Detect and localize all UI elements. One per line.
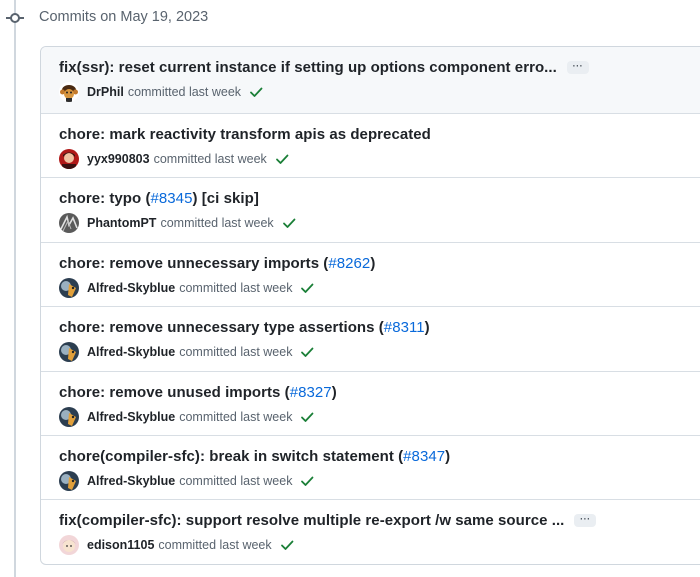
commit-row: chore: typo (#8345) [ci skip] PhantomPT … bbox=[41, 177, 700, 241]
commit-author-link[interactable]: Alfred-Skyblue bbox=[87, 345, 175, 359]
pull-request-link[interactable]: #8262 bbox=[328, 255, 370, 272]
dark-character-avatar-icon[interactable] bbox=[59, 406, 79, 427]
commit-author-link[interactable]: DrPhil bbox=[87, 85, 124, 99]
git-commit-icon bbox=[6, 13, 24, 23]
commit-title-link[interactable]: fix(compiler-sfc): support resolve multi… bbox=[59, 512, 564, 529]
commit-author-link[interactable]: yyx990803 bbox=[87, 152, 150, 166]
commit-title-link[interactable]: chore: remove unused imports ( bbox=[59, 384, 290, 401]
commit-time: committed last week bbox=[179, 473, 293, 488]
commit-time: committed last week bbox=[160, 216, 274, 231]
commit-author-link[interactable]: Alfred-Skyblue bbox=[87, 474, 175, 488]
pull-request-link[interactable]: #8345 bbox=[151, 190, 193, 207]
expand-message-button[interactable]: ··· bbox=[574, 514, 597, 528]
check-icon[interactable] bbox=[282, 216, 296, 230]
commit-title-link[interactable]: chore: remove unnecessary type assertion… bbox=[59, 319, 384, 336]
expand-message-button[interactable]: ··· bbox=[566, 61, 589, 74]
commit-author-link[interactable]: edison1105 bbox=[87, 538, 154, 552]
commit-author-link[interactable]: Alfred-Skyblue bbox=[87, 410, 175, 424]
dark-character-avatar-icon[interactable] bbox=[59, 342, 79, 363]
dark-character-avatar-icon[interactable] bbox=[59, 277, 79, 298]
commit-row: chore: remove unnecessary type assertion… bbox=[41, 306, 700, 370]
commit-title-link[interactable]: fix(ssr): reset current instance if sett… bbox=[59, 59, 557, 76]
commit-title-link[interactable]: chore: remove unnecessary imports ( bbox=[59, 255, 328, 272]
monkey-avatar-icon[interactable] bbox=[59, 82, 79, 102]
commit-time: committed last week bbox=[127, 85, 242, 99]
commit-list: fix(ssr): reset current instance if sett… bbox=[40, 46, 700, 565]
check-icon[interactable] bbox=[300, 474, 314, 488]
pull-request-link[interactable]: #8327 bbox=[290, 384, 332, 401]
commit-title-link[interactable]: chore: typo ( bbox=[59, 190, 151, 207]
commit-time: committed last week bbox=[179, 280, 293, 295]
commit-author-link[interactable]: PhantomPT bbox=[87, 216, 156, 230]
check-icon[interactable] bbox=[280, 538, 294, 552]
dark-character-avatar-icon[interactable] bbox=[59, 470, 79, 491]
commit-time: committed last week bbox=[179, 409, 293, 424]
commit-title-link-suffix[interactable]: ) bbox=[370, 255, 375, 272]
pull-request-link[interactable]: #8347 bbox=[403, 448, 445, 465]
commit-title-link[interactable]: chore(compiler-sfc): break in switch sta… bbox=[59, 448, 403, 465]
pink-character-avatar-icon[interactable] bbox=[59, 535, 79, 556]
commit-title-link-suffix[interactable]: ) [ci skip] bbox=[192, 190, 258, 207]
commit-time: committed last week bbox=[153, 152, 267, 166]
red-portrait-avatar-icon[interactable] bbox=[59, 149, 79, 169]
commit-row: chore(compiler-sfc): break in switch sta… bbox=[41, 434, 700, 499]
commit-row: chore: remove unused imports (#8327) Alf… bbox=[41, 370, 700, 435]
commit-title-link-suffix[interactable]: ) bbox=[332, 384, 337, 401]
commit-row: fix(ssr): reset current instance if sett… bbox=[41, 47, 700, 113]
commit-time: committed last week bbox=[158, 538, 272, 553]
commit-group-header: Commits on May 19, 2023 bbox=[39, 9, 209, 25]
commit-row: fix(compiler-sfc): support resolve multi… bbox=[41, 499, 700, 563]
check-icon[interactable] bbox=[275, 152, 289, 166]
commit-row: chore: mark reactivity transform apis as… bbox=[41, 113, 700, 177]
check-icon[interactable] bbox=[249, 85, 263, 99]
sketch-avatar-icon[interactable] bbox=[59, 213, 79, 234]
commit-title-link-suffix[interactable]: ) bbox=[425, 319, 430, 336]
commit-author-link[interactable]: Alfred-Skyblue bbox=[87, 281, 175, 295]
check-icon[interactable] bbox=[300, 345, 314, 359]
commit-title-link[interactable]: chore: mark reactivity transform apis as… bbox=[59, 126, 431, 143]
commit-title-link-suffix[interactable]: ) bbox=[445, 448, 450, 465]
check-icon[interactable] bbox=[300, 410, 314, 424]
commit-time: committed last week bbox=[179, 345, 293, 360]
check-icon[interactable] bbox=[300, 281, 314, 295]
pull-request-link[interactable]: #8311 bbox=[384, 319, 425, 336]
timeline-line bbox=[14, 0, 16, 577]
commit-row: chore: remove unnecessary imports (#8262… bbox=[41, 241, 700, 306]
